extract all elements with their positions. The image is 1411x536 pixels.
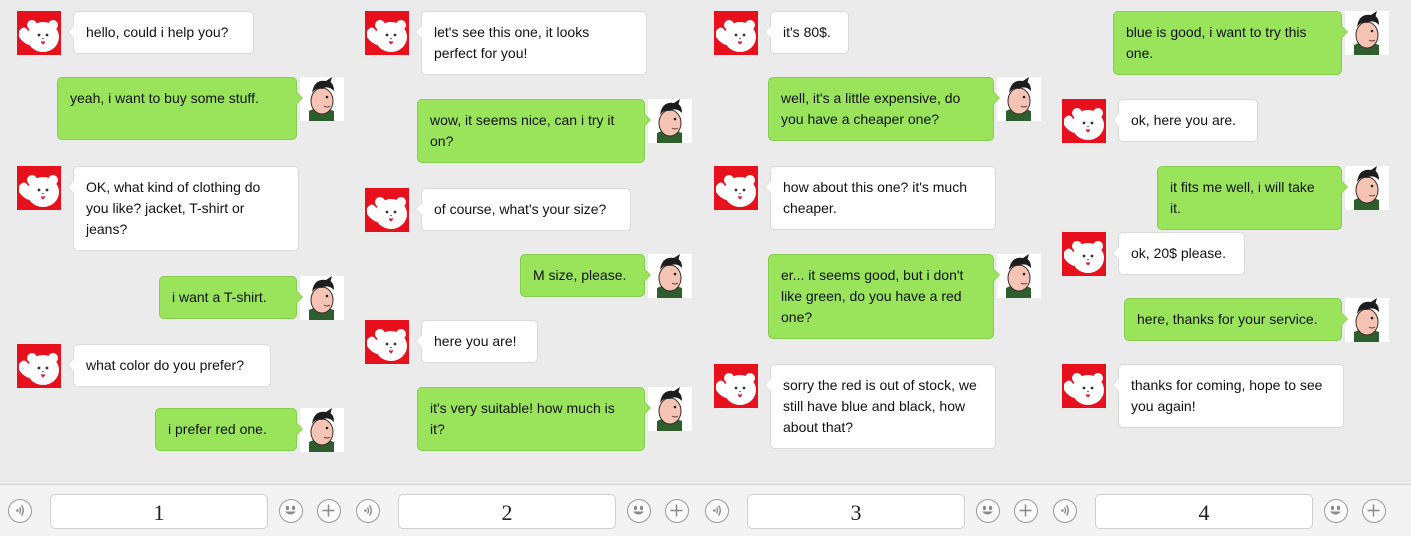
white-bear-avatar-icon[interactable]	[714, 364, 758, 408]
white-bear-avatar-icon[interactable]	[1062, 99, 1106, 143]
input-toolbar-1: 1	[0, 485, 352, 536]
shop-message-bubble[interactable]: let's see this one, it looks perfect for…	[415, 11, 647, 75]
shop-message-bubble[interactable]: ok, here you are.	[1112, 99, 1258, 142]
white-bear-avatar-icon[interactable]	[17, 166, 61, 210]
smiley-icon[interactable]	[627, 499, 651, 523]
plus-icon[interactable]	[317, 499, 341, 523]
white-bear-avatar-icon[interactable]	[714, 166, 758, 210]
message-input[interactable]: 4	[1095, 494, 1313, 529]
customer-message-bubble[interactable]: M size, please.	[520, 254, 651, 297]
customer-message-bubble[interactable]: here, thanks for your service.	[1124, 298, 1348, 341]
customer-message-bubble[interactable]: it's very suitable! how much is it?	[417, 387, 651, 451]
white-bear-avatar-icon[interactable]	[365, 320, 409, 364]
shop-message-bubble[interactable]: it's 80$.	[764, 11, 849, 54]
voice-icon[interactable]	[1053, 499, 1077, 523]
boy-avatar-icon[interactable]	[300, 276, 344, 320]
shop-message-bubble[interactable]: here you are!	[415, 320, 538, 363]
boy-avatar-icon[interactable]	[300, 77, 344, 121]
voice-icon[interactable]	[705, 499, 729, 523]
voice-icon[interactable]	[8, 499, 32, 523]
input-toolbar-2: 2	[348, 485, 700, 536]
boy-avatar-icon[interactable]	[648, 99, 692, 143]
conversation-column-4: blue is good, i want to try this one. ok…	[1045, 0, 1397, 484]
white-bear-avatar-icon[interactable]	[714, 11, 758, 55]
boy-avatar-icon[interactable]	[997, 77, 1041, 121]
white-bear-avatar-icon[interactable]	[1062, 364, 1106, 408]
white-bear-avatar-icon[interactable]	[1062, 232, 1106, 276]
input-toolbar-3: 3	[697, 485, 1049, 536]
shop-message-bubble[interactable]: ok, 20$ please.	[1112, 232, 1245, 275]
customer-message-bubble[interactable]: er... it seems good, but i don't like gr…	[768, 254, 1000, 339]
plus-icon[interactable]	[1014, 499, 1038, 523]
white-bear-avatar-icon[interactable]	[17, 11, 61, 55]
boy-avatar-icon[interactable]	[1345, 166, 1389, 210]
shop-message-bubble[interactable]: thanks for coming, hope to see you again…	[1112, 364, 1344, 428]
shop-message-bubble[interactable]: what color do you prefer?	[67, 344, 271, 387]
input-toolbar-4: 4	[1045, 485, 1397, 536]
customer-message-bubble[interactable]: i prefer red one.	[155, 408, 303, 451]
plus-icon[interactable]	[1362, 499, 1386, 523]
conversation-column-2: let's see this one, it looks perfect for…	[348, 0, 700, 484]
white-bear-avatar-icon[interactable]	[365, 188, 409, 232]
message-input[interactable]: 1	[50, 494, 268, 529]
chat-area: hello, could i help you? yeah, i want to…	[0, 0, 1411, 484]
input-bar: 1 2 3 4	[0, 484, 1411, 536]
shop-message-bubble[interactable]: OK, what kind of clothing do you like? j…	[67, 166, 299, 251]
customer-message-bubble[interactable]: yeah, i want to buy some stuff.	[57, 77, 303, 140]
smiley-icon[interactable]	[1324, 499, 1348, 523]
conversation-column-3: it's 80$. well, it's a little expensive,…	[697, 0, 1049, 484]
customer-message-bubble[interactable]: wow, it seems nice, can i try it on?	[417, 99, 651, 163]
shop-message-bubble[interactable]: of course, what's your size?	[415, 188, 631, 231]
shop-message-bubble[interactable]: sorry the red is out of stock, we still …	[764, 364, 996, 449]
boy-avatar-icon[interactable]	[648, 254, 692, 298]
customer-message-bubble[interactable]: i want a T-shirt.	[159, 276, 303, 319]
boy-avatar-icon[interactable]	[300, 408, 344, 452]
shop-message-bubble[interactable]: how about this one? it's much cheaper.	[764, 166, 996, 230]
plus-icon[interactable]	[665, 499, 689, 523]
boy-avatar-icon[interactable]	[1345, 11, 1389, 55]
shop-message-bubble[interactable]: hello, could i help you?	[67, 11, 254, 54]
white-bear-avatar-icon[interactable]	[365, 11, 409, 55]
boy-avatar-icon[interactable]	[997, 254, 1041, 298]
conversation-column-1: hello, could i help you? yeah, i want to…	[0, 0, 352, 484]
boy-avatar-icon[interactable]	[1345, 298, 1389, 342]
smiley-icon[interactable]	[976, 499, 1000, 523]
message-input[interactable]: 2	[398, 494, 616, 529]
white-bear-avatar-icon[interactable]	[17, 344, 61, 388]
message-input[interactable]: 3	[747, 494, 965, 529]
boy-avatar-icon[interactable]	[648, 387, 692, 431]
smiley-icon[interactable]	[279, 499, 303, 523]
customer-message-bubble[interactable]: well, it's a little expensive, do you ha…	[768, 77, 1000, 141]
voice-icon[interactable]	[356, 499, 380, 523]
customer-message-bubble[interactable]: blue is good, i want to try this one.	[1113, 11, 1348, 75]
customer-message-bubble[interactable]: it fits me well, i will take it.	[1157, 166, 1348, 230]
